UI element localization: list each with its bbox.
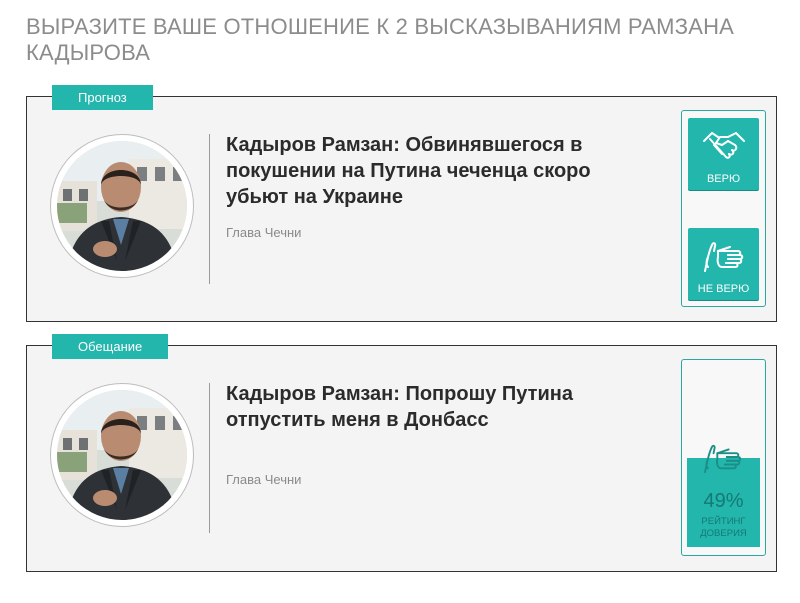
avatar	[51, 384, 193, 526]
believe-label: ВЕРЮ	[706, 173, 741, 185]
statement-card: Прогноз Кадыров Рамзан: Обвинявшегося в …	[26, 85, 777, 322]
portrait-photo	[57, 141, 187, 271]
trust-rating-value: 49%	[703, 490, 744, 512]
believe-button[interactable]: ВЕРЮ	[688, 118, 759, 190]
statement-title[interactable]: Кадыров Рамзан: Обвинявшегося в покушени…	[226, 132, 646, 210]
statement-author-role: Глава Чечни	[226, 472, 302, 487]
page-title: ВЫРАЗИТЕ ВАШЕ ОТНОШЕНИЕ К 2 ВЫСКАЗЫВАНИЯ…	[26, 14, 735, 65]
statement-category-tag: Обещание	[52, 334, 169, 359]
handshake-icon	[703, 132, 745, 159]
disbelieve-button[interactable]: НЕ ВЕРЮ	[688, 228, 759, 300]
statement-category-tag: Прогноз	[52, 85, 153, 110]
avatar	[51, 135, 193, 277]
hand-rejecting-icon	[704, 444, 742, 474]
trust-rating-panel: 49% РЕЙТИНГ ДОВЕРИЯ	[681, 359, 766, 556]
hand-rejecting-icon	[704, 242, 744, 272]
divider	[209, 134, 210, 284]
portrait-photo	[57, 390, 187, 520]
statement-author-role: Глава Чечни	[226, 225, 302, 240]
disbelieve-label: НЕ ВЕРЮ	[697, 283, 750, 295]
vote-panel: ВЕРЮ НЕ ВЕРЮ	[681, 110, 766, 307]
statement-card: Обещание Кадыров Рамзан: Попрошу Путина …	[26, 334, 777, 572]
trust-rating-label: РЕЙТИНГ ДОВЕРИЯ	[700, 516, 747, 539]
divider	[209, 383, 210, 533]
statement-title[interactable]: Кадыров Рамзан: Попрошу Путина отпустить…	[226, 381, 646, 433]
